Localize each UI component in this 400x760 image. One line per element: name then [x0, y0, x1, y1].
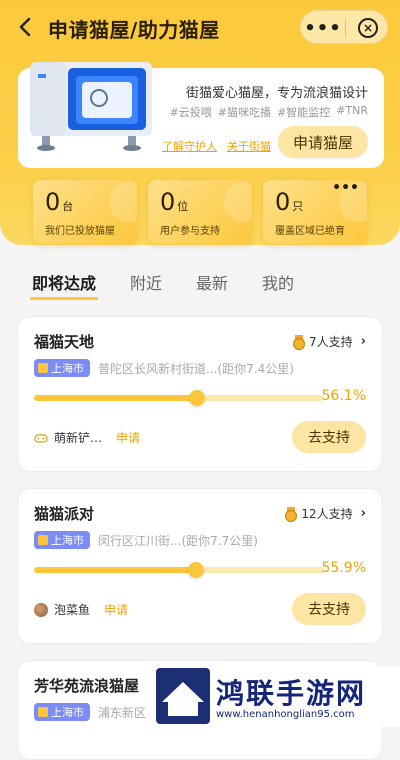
page-title: 申请猫屋/助力猫屋: [48, 18, 220, 42]
applicant-state: 申请: [104, 603, 129, 617]
close-icon: ×: [358, 18, 378, 38]
stat-label: 覆盖区域已绝育: [275, 226, 345, 237]
city-label: 上海市: [51, 706, 84, 719]
support-count[interactable]: 12人支持 ›: [285, 505, 366, 522]
apply-cat-house-button[interactable]: 申请猫屋: [278, 126, 368, 158]
tab-nearby[interactable]: 附近: [130, 270, 162, 294]
stat-label: 我们已投放猫屋: [45, 226, 115, 237]
stat-decoration: [109, 182, 137, 222]
chevron-right-icon: ›: [360, 506, 366, 521]
stat-installed: 0台 我们已投放猫屋: [33, 180, 137, 244]
top-bar: 申请猫屋/助力猫屋 ••• ×: [0, 0, 400, 56]
city-badge: 上海市: [34, 531, 90, 549]
tab-mine[interactable]: 我的: [262, 270, 294, 294]
medal-icon: [293, 334, 305, 350]
address-text: 浦东新区: [98, 706, 147, 720]
guardian-link[interactable]: 了解守护人: [162, 138, 217, 154]
progress-knob: [188, 390, 205, 406]
progress-percent: 55.9%: [321, 560, 366, 576]
support-label: 7人支持: [309, 335, 353, 349]
hero-tag: #智能监控: [276, 106, 331, 119]
applicant-info: 泡菜鱼 申请: [34, 601, 128, 618]
hero-tagline: 街猫爱心猫屋，专为流浪猫设计: [185, 86, 368, 101]
chevron-right-icon: ›: [360, 334, 366, 349]
applicant-state: 申请: [116, 431, 141, 445]
tab-latest[interactable]: 最新: [196, 270, 228, 294]
applicant-name: 泡菜鱼: [54, 603, 91, 617]
cat-house-card[interactable]: 猫猫派对 12人支持 › 上海市 闵行区江川街...(距你7.7公里) 55.9…: [17, 488, 383, 644]
watermark-logo: [156, 668, 210, 724]
stat-more-icon[interactable]: •••: [332, 180, 359, 196]
hero-tag: #云投喂: [169, 106, 212, 119]
tab-upcoming[interactable]: 即将达成: [29, 270, 99, 300]
hero-tags: #云投喂 #猫咪吃播 #智能监控 #TNR: [170, 104, 368, 120]
applicant-name: 萌新铲…: [54, 431, 103, 445]
avatar: [34, 602, 48, 617]
mini-program-capsule: ••• ×: [300, 10, 388, 44]
stat-neutered: ••• 0只 覆盖区域已绝育: [263, 180, 367, 244]
location-icon: [38, 535, 48, 545]
support-count[interactable]: 7人支持 ›: [293, 333, 366, 350]
stat-value: 0只: [275, 188, 304, 216]
stat-label: 用户参与支持: [160, 226, 220, 237]
more-button[interactable]: •••: [301, 11, 345, 45]
progress-fill: [34, 567, 197, 573]
city-label: 上海市: [51, 534, 84, 547]
progress-knob: [188, 562, 205, 578]
watermark-url: www.henanhonglian95.com: [216, 709, 355, 720]
progress-fill: [34, 395, 197, 401]
cat-house-name: 猫猫派对: [34, 505, 95, 523]
progress-percent: 56.1%: [321, 388, 366, 404]
cat-house-name: 芳华苑流浪猫屋: [34, 677, 140, 695]
address-text: 闵行区江川街...(距你7.7公里): [98, 534, 258, 548]
watermark-title: 鸿联手游网: [216, 677, 367, 710]
capsule-divider: [345, 19, 346, 37]
watermark: 鸿联手游网 www.henanhonglian95.com: [152, 666, 400, 727]
gamepad-icon: [34, 433, 48, 443]
location-icon: [38, 707, 48, 717]
city-badge: 上海市: [34, 703, 90, 721]
cat-house-name: 福猫天地: [34, 333, 95, 351]
hero-links: 了解守护人 关于街猫: [162, 138, 271, 154]
about-link[interactable]: 关于街猫: [227, 138, 271, 154]
address-text: 普陀区长风新村街道...(距你7.4公里): [98, 362, 294, 376]
support-button[interactable]: 去支持: [292, 421, 366, 453]
city-badge: 上海市: [34, 359, 90, 377]
stat-decoration: [224, 182, 252, 222]
stat-participants: 0位 用户参与支持: [148, 180, 252, 244]
hero-tag: #TNR: [336, 104, 368, 117]
hero-tag: #猫咪吃播: [217, 106, 271, 119]
location-icon: [38, 363, 48, 373]
support-label: 12人支持: [301, 507, 353, 521]
city-label: 上海市: [51, 362, 84, 375]
chevron-left-icon: [19, 17, 31, 37]
close-button[interactable]: ×: [347, 11, 389, 45]
progress-bar: [34, 562, 324, 578]
progress-bar: [34, 390, 324, 406]
cat-house-illustration: [30, 62, 152, 151]
stat-value: 0位: [160, 188, 189, 216]
stat-value: 0台: [45, 188, 74, 216]
tab-bar: 即将达成 附近 最新 我的: [29, 270, 294, 300]
back-button[interactable]: [14, 14, 36, 40]
cat-house-card[interactable]: 福猫天地 7人支持 › 上海市 普陀区长风新村街道...(距你7.4公里) 56…: [17, 316, 383, 472]
medal-icon: [285, 506, 298, 522]
applicant-info: 萌新铲… 申请: [34, 429, 140, 446]
support-button[interactable]: 去支持: [292, 593, 366, 625]
